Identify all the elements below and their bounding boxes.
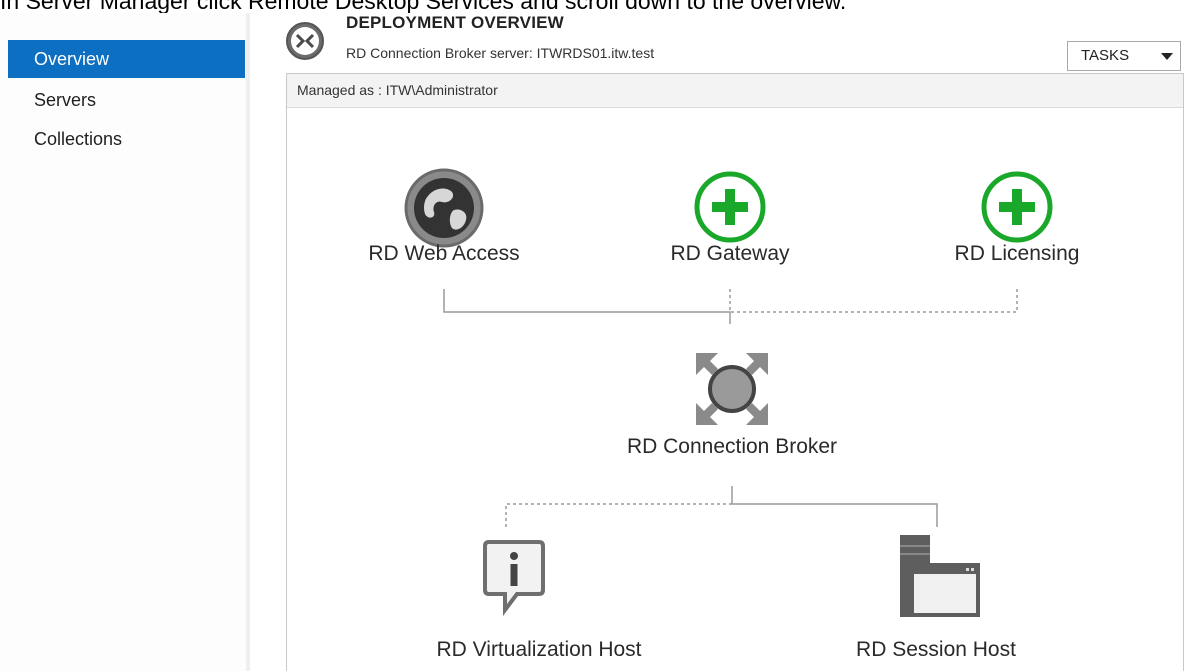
- sidebar-item-overview[interactable]: Overview: [8, 40, 245, 78]
- role-rd-web-access[interactable]: RD Web Access: [368, 162, 520, 265]
- role-label: RD Gateway: [670, 242, 790, 265]
- tasks-dropdown[interactable]: TASKS: [1067, 41, 1181, 71]
- info-bubble-icon: [483, 540, 545, 616]
- role-label: RD Virtualization Host: [436, 638, 642, 661]
- page-title: DEPLOYMENT OVERVIEW: [346, 13, 564, 32]
- chevron-down-icon: [1161, 53, 1173, 60]
- add-icon: [694, 171, 766, 243]
- role-rd-gateway[interactable]: RD Gateway: [670, 162, 790, 265]
- sidebar: Overview Servers Collections: [0, 13, 247, 671]
- sidebar-item-collections[interactable]: Collections: [8, 120, 245, 158]
- deployment-overview-panel: Managed as : ITW\Administrator RD Web Ac…: [286, 73, 1184, 671]
- add-icon: [981, 171, 1053, 243]
- role-label: RD Session Host: [856, 638, 1016, 661]
- sidebar-item-servers[interactable]: Servers: [8, 81, 245, 119]
- broker-server-info: RD Connection Broker server: ITWRDS01.it…: [346, 45, 655, 61]
- broker-icon: [696, 353, 768, 425]
- globe-icon: [404, 168, 484, 248]
- sidebar-divider: [246, 13, 250, 671]
- role-label: RD Web Access: [368, 242, 520, 265]
- remote-desktop-icon: [285, 21, 325, 61]
- role-rd-session-host[interactable]: RD Session Host: [856, 531, 1016, 661]
- role-label: RD Licensing: [954, 242, 1080, 265]
- role-label: RD Connection Broker: [626, 435, 838, 458]
- tasks-label: TASKS: [1081, 47, 1130, 64]
- role-rd-connection-broker[interactable]: RD Connection Broker: [627, 347, 837, 458]
- server-window-icon: [900, 535, 980, 617]
- role-rd-licensing[interactable]: RD Licensing: [955, 162, 1079, 265]
- instruction-caption: In Server Manager click Remote Desktop S…: [0, 0, 847, 13]
- role-rd-virtualization-host[interactable]: RD Virtualization Host: [436, 538, 642, 661]
